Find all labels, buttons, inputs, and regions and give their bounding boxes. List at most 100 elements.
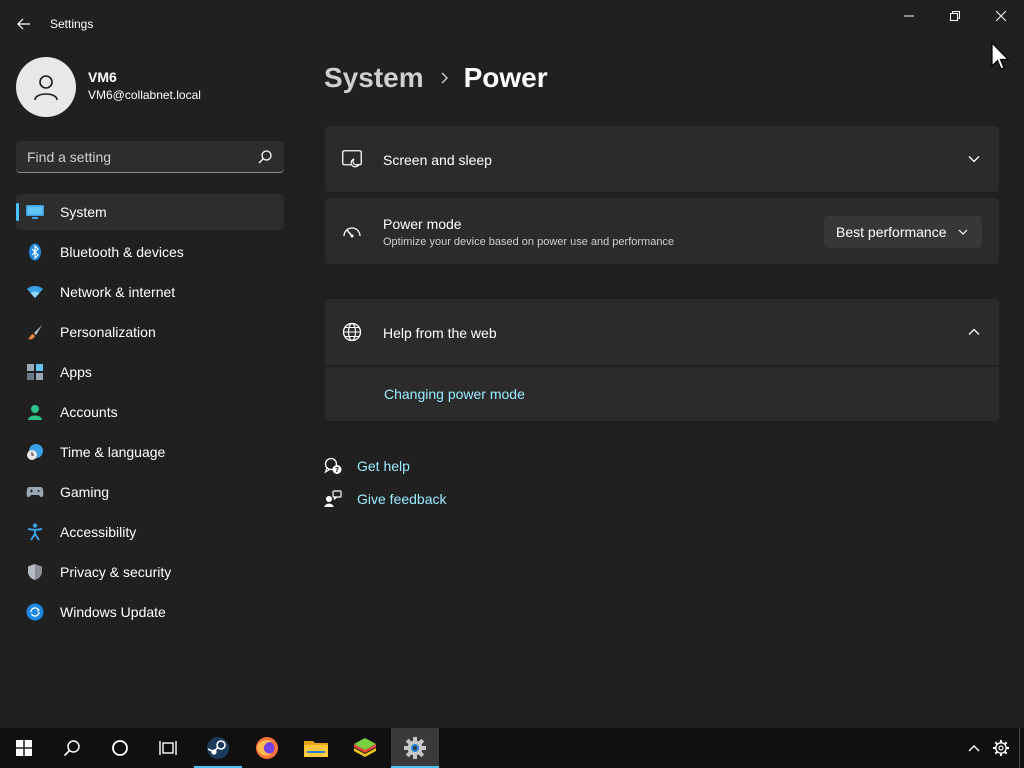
search-box[interactable] bbox=[16, 141, 284, 173]
mouse-cursor-icon bbox=[991, 42, 1010, 70]
chevron-right-icon bbox=[424, 64, 464, 92]
file-explorer-app-button[interactable] bbox=[292, 728, 340, 768]
settings-window: Settings VM6 VM6@collabnet.local System bbox=[0, 0, 1024, 728]
wifi-icon bbox=[26, 283, 44, 301]
show-desktop-divider[interactable] bbox=[1019, 728, 1020, 768]
sidebar: VM6 VM6@collabnet.local System Bluetooth… bbox=[0, 48, 300, 728]
sidebar-item-bluetooth[interactable]: Bluetooth & devices bbox=[16, 234, 284, 270]
sidebar-item-privacy-security[interactable]: Privacy & security bbox=[16, 554, 284, 590]
taskbar-search-button[interactable] bbox=[48, 728, 96, 768]
screen-and-sleep-card[interactable]: Screen and sleep bbox=[325, 126, 999, 192]
give-feedback-link[interactable]: Give feedback bbox=[324, 488, 524, 510]
power-mode-card: Power mode Optimize your device based on… bbox=[325, 198, 999, 264]
power-mode-dropdown[interactable]: Best performance bbox=[824, 216, 982, 248]
restore-button[interactable] bbox=[932, 0, 978, 32]
chevron-up-icon bbox=[968, 745, 980, 752]
sidebar-item-label: Gaming bbox=[60, 484, 110, 500]
sidebar-item-accounts[interactable]: Accounts bbox=[16, 394, 284, 430]
tray-settings-button[interactable] bbox=[991, 738, 1011, 758]
start-button[interactable] bbox=[0, 728, 48, 768]
sidebar-item-label: Accounts bbox=[60, 404, 118, 420]
sidebar-item-label: Privacy & security bbox=[60, 564, 172, 580]
windows-start-icon bbox=[16, 740, 32, 756]
get-help-label: Get help bbox=[357, 458, 410, 474]
system-icon bbox=[26, 203, 44, 221]
settings-app-button[interactable] bbox=[391, 728, 439, 768]
svg-text:?: ? bbox=[335, 466, 339, 474]
avatar[interactable] bbox=[16, 57, 76, 117]
sidebar-item-gaming[interactable]: Gaming bbox=[16, 474, 284, 510]
firefox-app-button[interactable] bbox=[243, 728, 291, 768]
dropdown-value: Best performance bbox=[836, 224, 947, 240]
close-icon bbox=[996, 11, 1006, 21]
file-explorer-icon bbox=[304, 741, 328, 757]
sidebar-item-label: Windows Update bbox=[60, 604, 166, 620]
help-from-web-body: Changing power mode bbox=[325, 367, 999, 421]
clock-globe-icon bbox=[26, 443, 44, 461]
user-icon bbox=[34, 75, 58, 101]
changing-power-mode-link[interactable]: Changing power mode bbox=[384, 386, 525, 402]
globe-icon bbox=[342, 322, 362, 342]
card-title: Screen and sleep bbox=[383, 152, 492, 168]
user-profile[interactable]: VM6 VM6@collabnet.local bbox=[16, 57, 286, 117]
settings-icon bbox=[404, 737, 426, 759]
feedback-icon bbox=[324, 490, 342, 508]
brush-icon bbox=[26, 323, 44, 341]
bluestacks-app-button[interactable] bbox=[341, 728, 389, 768]
steam-app-button[interactable] bbox=[194, 728, 242, 768]
minimize-button[interactable] bbox=[886, 0, 932, 32]
gear-icon bbox=[993, 740, 1009, 756]
apps-icon bbox=[26, 363, 44, 381]
search-icon[interactable] bbox=[257, 149, 273, 165]
tray-overflow-button[interactable] bbox=[964, 740, 984, 756]
bluestacks-icon bbox=[354, 738, 376, 757]
chevron-up-icon[interactable] bbox=[966, 324, 982, 340]
screen-sleep-icon bbox=[342, 149, 362, 169]
sidebar-item-accessibility[interactable]: Accessibility bbox=[16, 514, 284, 550]
accessibility-icon bbox=[26, 523, 44, 541]
shield-icon bbox=[26, 563, 44, 581]
card-title: Power mode bbox=[383, 216, 462, 232]
firefox-icon bbox=[256, 737, 278, 759]
title-bar: Settings bbox=[0, 0, 1024, 48]
task-view-button[interactable] bbox=[144, 728, 192, 768]
sidebar-item-apps[interactable]: Apps bbox=[16, 354, 284, 390]
chevron-down-icon[interactable] bbox=[966, 151, 982, 167]
breadcrumb: System Power bbox=[324, 58, 548, 98]
accounts-icon bbox=[26, 403, 44, 421]
steam-icon bbox=[207, 737, 229, 759]
sidebar-item-system[interactable]: System bbox=[16, 194, 284, 230]
sidebar-item-personalization[interactable]: Personalization bbox=[16, 314, 284, 350]
sidebar-nav: System Bluetooth & devices Network & int… bbox=[16, 194, 284, 634]
main-content: System Power Screen and sleep Power mode… bbox=[324, 48, 1000, 728]
sidebar-item-label: Accessibility bbox=[60, 524, 137, 540]
sidebar-item-label: Network & internet bbox=[60, 284, 176, 300]
restore-icon bbox=[950, 11, 960, 21]
get-help-link[interactable]: ? Get help bbox=[324, 455, 524, 477]
user-name: VM6 bbox=[88, 69, 117, 85]
minimize-icon bbox=[904, 15, 914, 17]
breadcrumb-parent[interactable]: System bbox=[324, 62, 424, 94]
sidebar-item-windows-update[interactable]: Windows Update bbox=[16, 594, 284, 630]
sidebar-item-time-language[interactable]: Time & language bbox=[16, 434, 284, 470]
user-email: VM6@collabnet.local bbox=[88, 88, 201, 102]
help-chat-icon: ? bbox=[324, 457, 342, 475]
sidebar-item-network[interactable]: Network & internet bbox=[16, 274, 284, 310]
help-from-web-header[interactable]: Help from the web bbox=[325, 299, 999, 365]
search-input[interactable] bbox=[16, 141, 252, 172]
gauge-icon bbox=[342, 221, 362, 241]
sidebar-item-label: Apps bbox=[60, 364, 92, 380]
taskbar bbox=[0, 728, 1024, 768]
give-feedback-label: Give feedback bbox=[357, 491, 447, 507]
bluetooth-icon bbox=[26, 243, 44, 261]
cortana-button[interactable] bbox=[96, 728, 144, 768]
gamepad-icon bbox=[26, 483, 44, 501]
page-title: Power bbox=[463, 62, 548, 93]
cortana-icon bbox=[112, 740, 128, 756]
back-arrow-icon bbox=[17, 18, 30, 30]
search-icon bbox=[63, 740, 80, 757]
sidebar-item-label: Personalization bbox=[60, 324, 156, 340]
chevron-down-icon bbox=[957, 226, 969, 238]
close-button[interactable] bbox=[978, 0, 1024, 32]
back-button[interactable] bbox=[12, 12, 36, 36]
